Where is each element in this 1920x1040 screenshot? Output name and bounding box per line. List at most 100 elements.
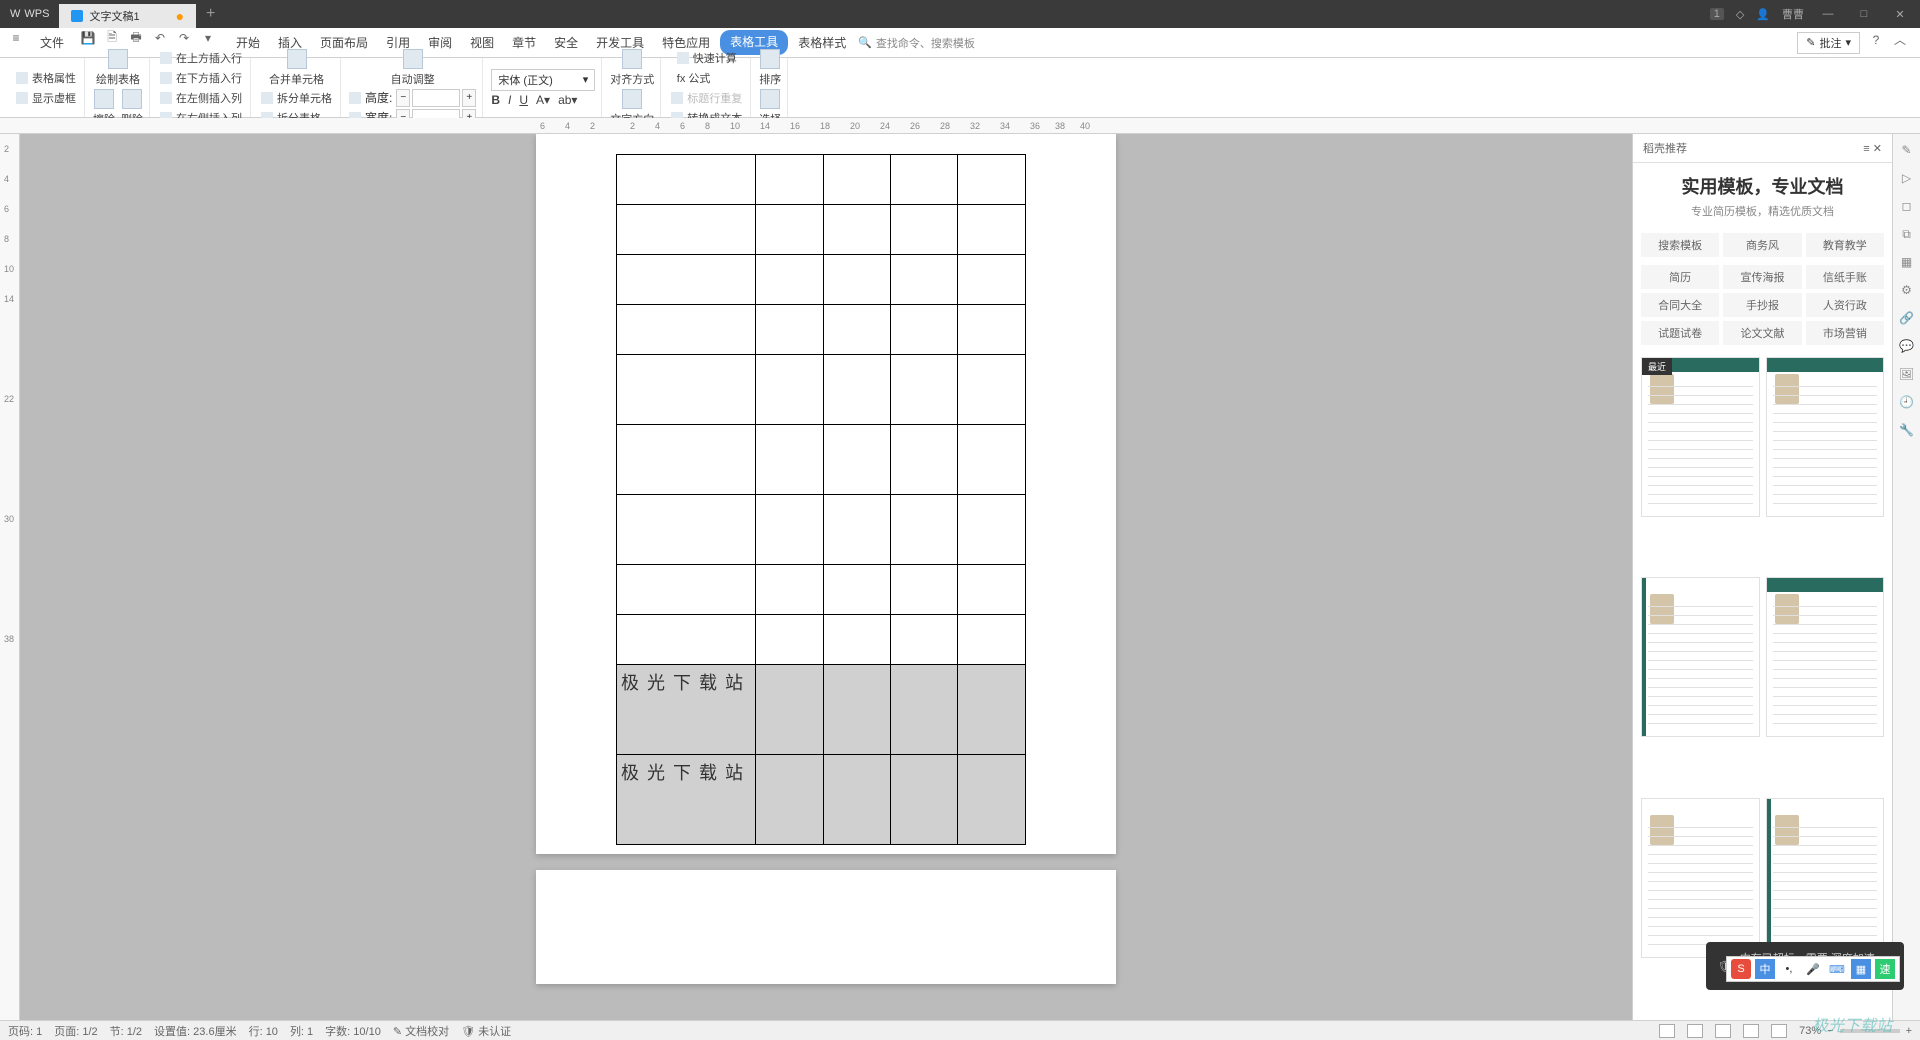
vertical-ruler[interactable]: 2 4 6 8 10 14 22 30 38 xyxy=(0,134,20,1020)
status-page[interactable]: 页面: 1/2 xyxy=(54,1023,97,1039)
tag-thesis[interactable]: 论文文献 xyxy=(1723,321,1801,345)
autofit-button[interactable]: 自动调整 xyxy=(391,49,435,87)
status-column[interactable]: 列: 1 xyxy=(290,1023,313,1039)
link-icon[interactable]: 🔗 xyxy=(1899,310,1915,326)
new-tab-button[interactable]: + xyxy=(196,5,225,23)
height-spinner[interactable]: −+ xyxy=(396,89,476,107)
tag-contract[interactable]: 合同大全 xyxy=(1641,293,1719,317)
template-thumb[interactable] xyxy=(1641,577,1760,737)
tab-chapter[interactable]: 章节 xyxy=(504,30,544,55)
zoom-in-button[interactable]: + xyxy=(1906,1025,1912,1037)
height-minus[interactable]: − xyxy=(396,89,410,107)
font-family-select[interactable]: 宋体 (正文)▾ xyxy=(491,69,595,91)
panel-tab-education[interactable]: 教育教学 xyxy=(1806,233,1884,257)
minimize-button[interactable]: — xyxy=(1816,8,1840,20)
underline-button[interactable]: U xyxy=(519,93,528,107)
command-search[interactable]: 🔍 查找命令、搜索模板 xyxy=(858,35,975,51)
app-menu-icon[interactable]: ≡ xyxy=(8,30,24,46)
skin-icon[interactable]: ◇ xyxy=(1736,8,1744,21)
user-name[interactable]: 曹曹 xyxy=(1782,6,1804,22)
close-button[interactable]: ✕ xyxy=(1888,8,1912,21)
tools-icon[interactable]: 🔧 xyxy=(1899,422,1915,438)
view-web-icon[interactable] xyxy=(1687,1024,1703,1038)
tab-table-style[interactable]: 表格样式 xyxy=(790,30,854,55)
template-thumb[interactable]: 最近 xyxy=(1641,357,1760,517)
panel-title[interactable]: 稻壳推荐 xyxy=(1643,140,1687,156)
panel-tab-search[interactable]: 搜索模板 xyxy=(1641,233,1719,257)
template-thumb[interactable] xyxy=(1766,577,1885,737)
settings-icon[interactable]: ⚙ xyxy=(1899,282,1915,298)
help-icon[interactable]: ? xyxy=(1868,32,1884,48)
qat-dropdown-icon[interactable]: ▾ xyxy=(200,30,216,46)
document-tab[interactable]: 文字文稿1 ● xyxy=(59,4,196,28)
ime-punct-button[interactable]: •, xyxy=(1779,959,1799,979)
view-outline-icon[interactable] xyxy=(1715,1024,1731,1038)
notification-badge[interactable]: 1 xyxy=(1710,8,1724,20)
print-icon[interactable]: 🖶 xyxy=(128,30,144,46)
status-section[interactable]: 节: 1/2 xyxy=(110,1023,142,1039)
tag-hr[interactable]: 人资行政 xyxy=(1806,293,1884,317)
show-gridlines-button[interactable]: 显示虚框 xyxy=(14,89,78,107)
status-chars[interactable]: 字数: 10/10 xyxy=(325,1023,381,1039)
collapse-ribbon-icon[interactable]: ︿ xyxy=(1892,32,1908,48)
ime-speed-button[interactable]: 速 xyxy=(1875,959,1895,979)
panel-close-icon[interactable]: ✕ xyxy=(1873,143,1882,155)
merge-cells-button[interactable]: 合并单元格 xyxy=(269,49,324,87)
layout-icon[interactable]: ▦ xyxy=(1899,254,1915,270)
align-button[interactable]: 对齐方式 xyxy=(610,49,654,87)
template-thumb[interactable] xyxy=(1641,798,1760,958)
page-2[interactable] xyxy=(536,870,1116,984)
tag-exam[interactable]: 试题试卷 xyxy=(1641,321,1719,345)
tab-security[interactable]: 安全 xyxy=(546,30,586,55)
tag-letter[interactable]: 信纸手账 xyxy=(1806,265,1884,289)
document-viewport[interactable]: 极光下载站 极光下载站 xyxy=(20,134,1632,1020)
ime-keyboard-icon[interactable]: ⌨ xyxy=(1827,959,1847,979)
history-icon[interactable]: 🕘 xyxy=(1899,394,1915,410)
image-icon[interactable]: 🖼 xyxy=(1899,366,1915,382)
edit-icon[interactable]: ✎ xyxy=(1899,142,1915,158)
user-avatar-icon[interactable]: 👤 xyxy=(1756,8,1770,21)
shape-icon[interactable]: ◻ xyxy=(1899,198,1915,214)
draw-table-button[interactable]: 绘制表格 xyxy=(96,49,140,87)
split-cells-button[interactable]: 拆分单元格 xyxy=(259,89,334,107)
tab-modified-icon[interactable]: ● xyxy=(176,8,184,24)
ime-sogou-icon[interactable]: S xyxy=(1731,959,1751,979)
table-properties-button[interactable]: 表格属性 xyxy=(14,69,78,87)
status-position[interactable]: 设置值: 23.6厘米 xyxy=(154,1023,237,1039)
highlight-button[interactable]: ab▾ xyxy=(558,93,577,107)
height-input[interactable] xyxy=(412,89,460,107)
file-menu[interactable]: 文件 xyxy=(32,30,72,55)
status-auth[interactable]: 🛡 未认证 xyxy=(461,1023,511,1039)
insert-row-below-button[interactable]: 在下方插入行 xyxy=(158,69,244,87)
ime-chinese-button[interactable]: 中 xyxy=(1755,959,1775,979)
view-read-icon[interactable] xyxy=(1743,1024,1759,1038)
ime-grid-icon[interactable]: ▦ xyxy=(1851,959,1871,979)
insert-row-above-button[interactable]: 在上方插入行 xyxy=(158,49,244,67)
relation-icon[interactable]: ⧉ xyxy=(1899,226,1915,242)
view-fullscreen-icon[interactable] xyxy=(1771,1024,1787,1038)
print-preview-icon[interactable]: 🗎 xyxy=(104,30,120,46)
tag-newspaper[interactable]: 手抄报 xyxy=(1723,293,1801,317)
template-thumb[interactable] xyxy=(1766,798,1885,958)
tag-resume[interactable]: 简历 xyxy=(1641,265,1719,289)
tag-poster[interactable]: 宣传海报 xyxy=(1723,265,1801,289)
italic-button[interactable]: I xyxy=(508,93,511,107)
ime-voice-icon[interactable]: 🎤 xyxy=(1803,959,1823,979)
quick-calc-button[interactable]: 快速计算 xyxy=(675,49,739,67)
save-icon[interactable]: 💾 xyxy=(80,30,96,46)
redo-icon[interactable]: ↷ xyxy=(176,30,192,46)
insert-col-left-button[interactable]: 在左侧插入列 xyxy=(158,89,244,107)
tag-marketing[interactable]: 市场营销 xyxy=(1806,321,1884,345)
height-plus[interactable]: + xyxy=(462,89,476,107)
maximize-button[interactable]: □ xyxy=(1852,8,1876,20)
ime-toolbar[interactable]: S 中 •, 🎤 ⌨ ▦ 速 xyxy=(1726,956,1900,982)
horizontal-ruler[interactable]: 6 4 2 2 4 6 8 10 14 16 18 20 24 26 28 32… xyxy=(0,118,1920,134)
status-page-number[interactable]: 页码: 1 xyxy=(8,1023,42,1039)
status-proof[interactable]: ✎ 文档校对 xyxy=(393,1023,449,1039)
document-table[interactable]: 极光下载站 极光下载站 xyxy=(616,154,1026,845)
undo-icon[interactable]: ↶ xyxy=(152,30,168,46)
annotate-button[interactable]: ✎ 批注 ▾ xyxy=(1797,32,1860,54)
tab-view[interactable]: 视图 xyxy=(462,30,502,55)
panel-menu-icon[interactable]: ≡ xyxy=(1863,143,1869,155)
formula-button[interactable]: fx 公式 xyxy=(675,69,739,87)
